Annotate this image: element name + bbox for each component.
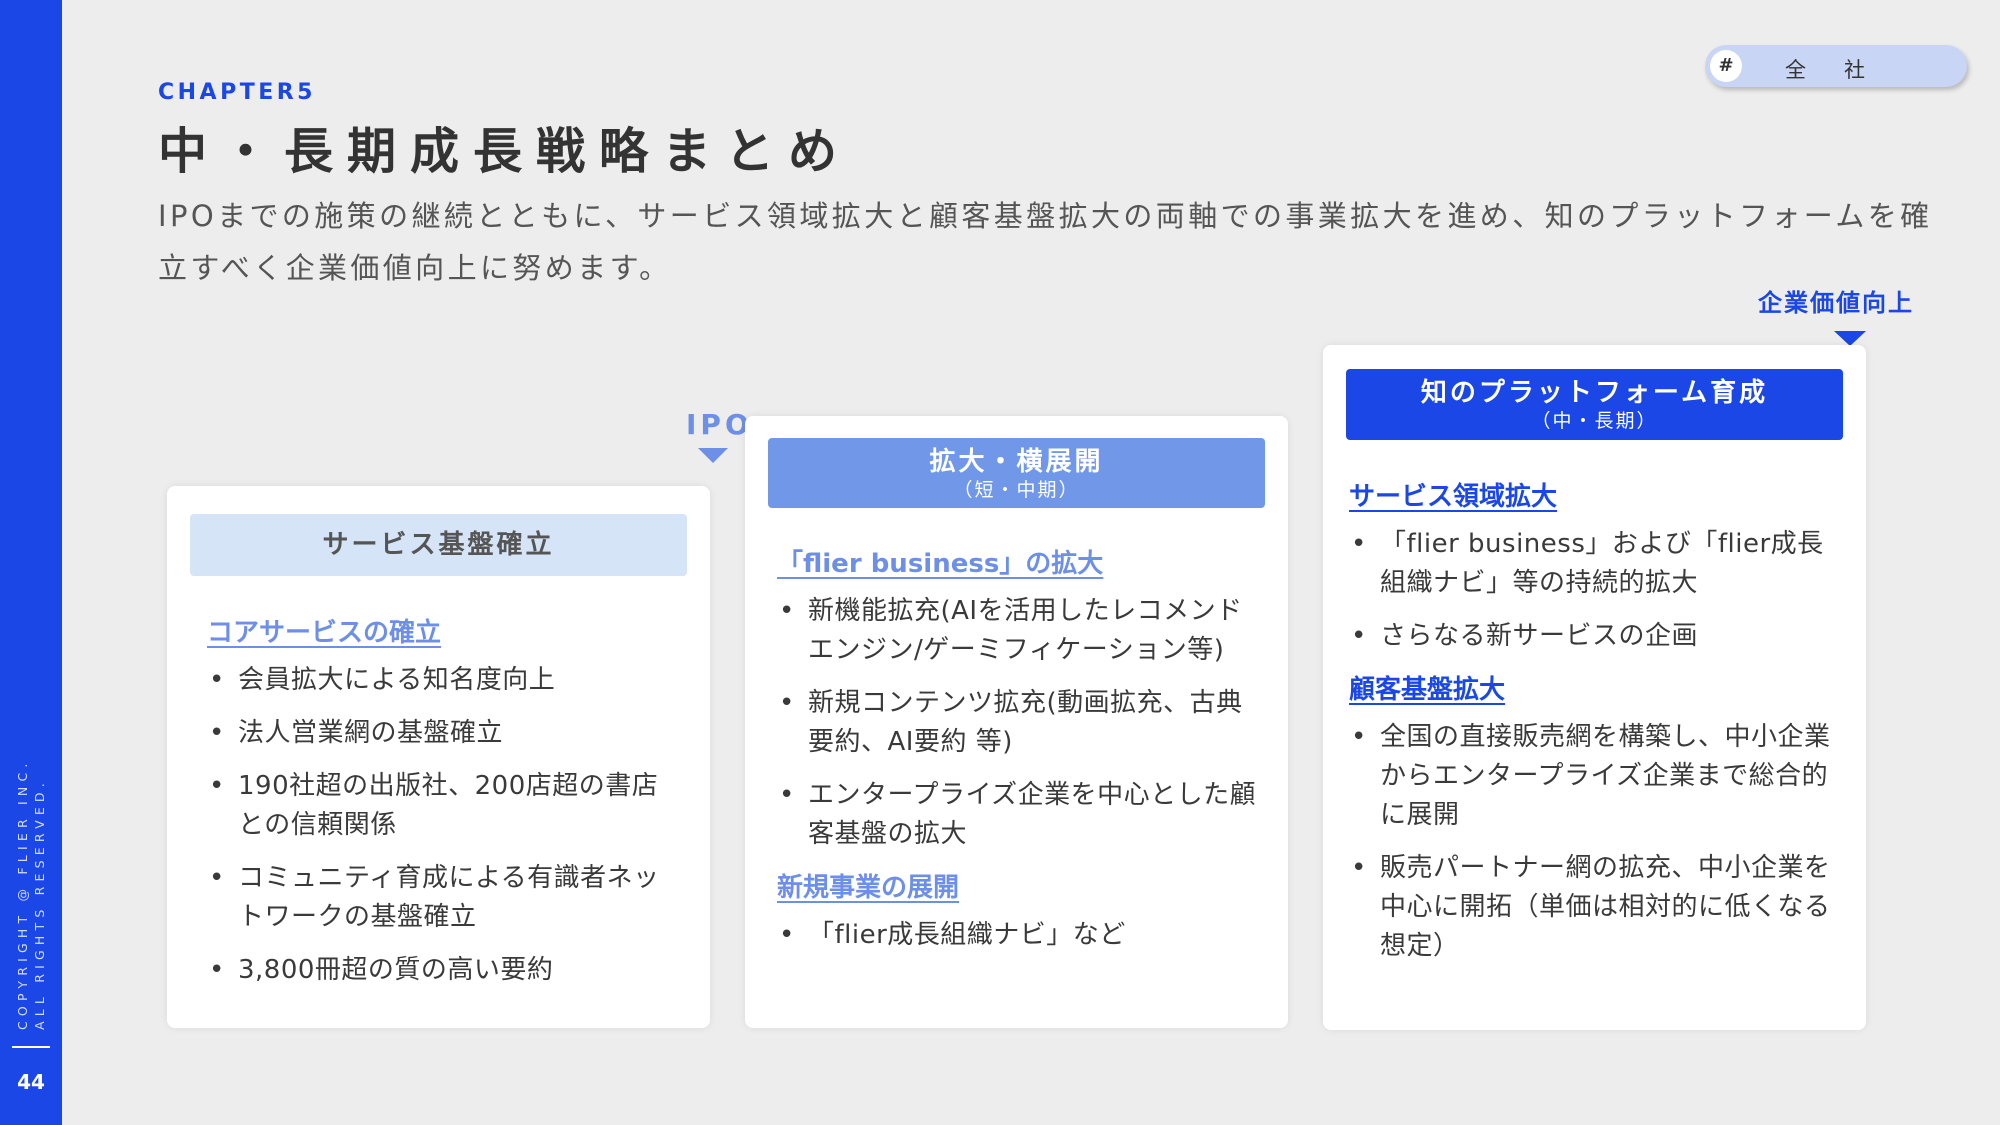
ipo-marker-arrow-icon [698, 448, 728, 463]
bullet-list: 「flier business」および「flier成長組織ナビ」等の持続的拡大 … [1349, 525, 1836, 656]
bullet-item: 「flier成長組織ナビ」など [777, 916, 1258, 955]
bullet-item: 販売パートナー網の拡充、中小企業を中心に開拓（単価は相対的に低くなる想定） [1349, 849, 1836, 966]
bullet-list: 会員拡大による知名度向上 法人営業網の基盤確立 190社超の出版社、200店超の… [207, 661, 680, 990]
phase-card-header: サービス基盤確立 [190, 514, 687, 576]
bullet-item: 「flier business」および「flier成長組織ナビ」等の持続的拡大 [1349, 525, 1836, 603]
bullet-item: 新規コンテンツ拡充(動画拡充、古典要約、AI要約 等) [777, 684, 1258, 762]
chapter-label: CHAPTER5 [158, 80, 316, 105]
bullet-item: 全国の直接販売網を構築し、中小企業からエンタープライズ企業まで総合的に展開 [1349, 718, 1836, 835]
category-tag-label: 全社 [1785, 58, 1903, 82]
phase-card-header: 拡大・横展開 （短・中期） [768, 438, 1265, 508]
phase-card-title: サービス基盤確立 [322, 530, 555, 560]
phase-card-knowledge-platform: 知のプラットフォーム育成 （中・長期） サービス領域拡大 「flier busi… [1323, 345, 1866, 1030]
phase-card-service-foundation: サービス基盤確立 コアサービスの確立 会員拡大による知名度向上 法人営業網の基盤… [167, 486, 710, 1028]
phase-card-subtitle: （短・中期） [953, 479, 1080, 501]
phase-card-header: 知のプラットフォーム育成 （中・長期） [1346, 369, 1843, 440]
page-number-divider [12, 1046, 50, 1048]
copyright-line-1: COPYRIGHT @ FLIER INC. [15, 758, 30, 1030]
bullet-item: 会員拡大による知名度向上 [207, 661, 680, 700]
section-heading: 新規事業の展開 [777, 873, 960, 903]
bullet-item: 190社超の出版社、200店超の書店との信頼関係 [207, 767, 680, 845]
bullet-list: 「flier成長組織ナビ」など [777, 916, 1258, 955]
lead-text: IPOまでの施策の継続とともに、サービス領域拡大と顧客基盤拡大の両軸での事業拡大… [158, 199, 1933, 285]
bullet-item: エンタープライズ企業を中心とした顧客基盤の拡大 [777, 776, 1258, 854]
section-heading: サービス領域拡大 [1349, 482, 1558, 512]
ipo-marker-label: IPO [686, 408, 753, 441]
copyright-line-2: ALL RIGHTS RESERVED. [32, 778, 47, 1030]
phase-card-body: コアサービスの確立 会員拡大による知名度向上 法人営業網の基盤確立 190社超の… [207, 613, 680, 1004]
bullet-item: 3,800冊超の質の高い要約 [207, 951, 680, 990]
value-up-marker-label: 企業価値向上 [1758, 289, 1914, 317]
section-heading: コアサービスの確立 [207, 618, 442, 648]
copyright-notice: COPYRIGHT @ FLIER INC. ALL RIGHTS RESERV… [8, 745, 54, 1030]
section-heading: 「flier business」の拡大 [777, 549, 1104, 579]
bullet-list: 全国の直接販売網を構築し、中小企業からエンタープライズ企業まで総合的に展開 販売… [1349, 718, 1836, 966]
bullet-item: 新機能拡充(AIを活用したレコメンドエンジン/ゲーミフィケーション等) [777, 592, 1258, 670]
value-up-marker-arrow-icon [1834, 331, 1866, 346]
phase-card-subtitle: （中・長期） [1531, 410, 1658, 432]
phase-card-title: 知のプラットフォーム育成 [1420, 378, 1769, 408]
phase-card-expansion: 拡大・横展開 （短・中期） 「flier business」の拡大 新機能拡充(… [745, 416, 1288, 1028]
page-title: 中・長期成長戦略まとめ [158, 123, 852, 180]
section-heading: 顧客基盤拡大 [1349, 675, 1506, 705]
phase-card-body: 「flier business」の拡大 新機能拡充(AIを活用したレコメンドエン… [777, 544, 1258, 969]
category-tag: # 全社 [1705, 45, 1967, 87]
phase-card-body: サービス領域拡大 「flier business」および「flier成長組織ナビ… [1349, 477, 1836, 980]
bullet-item: コミュニティ育成による有識者ネットワークの基盤確立 [207, 859, 680, 937]
sidebar: COPYRIGHT @ FLIER INC. ALL RIGHTS RESERV… [0, 0, 62, 1125]
page-number: 44 [17, 1070, 45, 1094]
bullet-item: 法人営業網の基盤確立 [207, 714, 680, 753]
phase-card-title: 拡大・横展開 [929, 447, 1104, 477]
bullet-list: 新機能拡充(AIを活用したレコメンドエンジン/ゲーミフィケーション等) 新規コン… [777, 592, 1258, 854]
hash-icon: # [1710, 50, 1742, 82]
bullet-item: さらなる新サービスの企画 [1349, 617, 1836, 656]
